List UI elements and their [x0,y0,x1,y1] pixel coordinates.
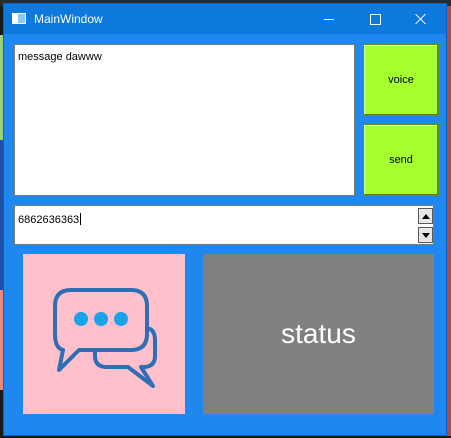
window-title: MainWindow [34,12,103,26]
status-label: status [203,254,434,414]
spin-up-button[interactable] [418,208,433,224]
voice-button[interactable]: voice [363,44,439,116]
chat-image-panel [23,254,185,414]
background-desktop [447,6,451,436]
maximize-button[interactable] [352,4,398,34]
close-icon [415,13,427,25]
minimize-icon [324,18,334,20]
close-button[interactable] [398,4,444,34]
arrow-down-icon [421,232,430,238]
chat-bubbles-icon [53,288,157,388]
title-bar[interactable]: MainWindow [4,4,446,34]
spin-down-button[interactable] [418,227,433,243]
app-window-icon [12,13,26,24]
spin-box-text: 6862636363 [18,214,80,226]
minimize-button[interactable] [306,4,352,34]
maximize-icon [369,13,381,25]
main-window: MainWindow message dawww voice send 6862… [3,3,447,436]
send-button[interactable]: send [363,124,439,196]
number-spin-box[interactable]: 6862636363 [14,205,434,245]
text-caret [80,213,82,225]
spin-box-value[interactable]: 6862636363 [18,213,82,226]
message-text-area[interactable]: message dawww [14,44,355,196]
arrow-up-icon [421,213,430,219]
